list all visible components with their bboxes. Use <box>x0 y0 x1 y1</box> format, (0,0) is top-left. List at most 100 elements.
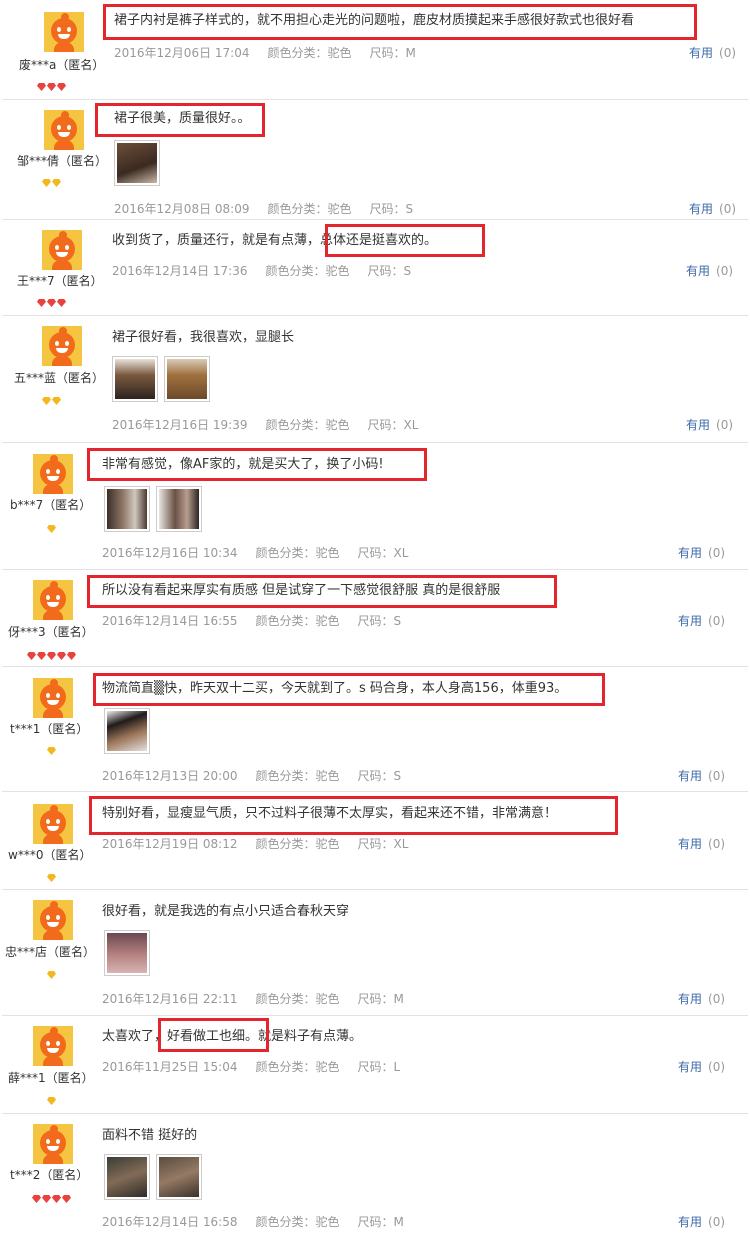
review-date: 2016年12月16日 22:11 <box>102 992 238 1006</box>
review-color: 颜色分类：驼色 <box>255 1215 340 1229</box>
helpful-button[interactable]: 有用 (0) <box>678 835 725 852</box>
user-avatar[interactable] <box>33 678 73 718</box>
helpful-label[interactable]: 有用 <box>678 1215 702 1229</box>
review-meta: 2016年12月16日 10:34 颜色分类：驼色 尺码：XL <box>102 544 426 561</box>
review-divider <box>2 315 748 316</box>
user-avatar[interactable] <box>33 1026 73 1066</box>
user-level-badges <box>0 645 104 660</box>
highlight-box <box>158 1018 269 1052</box>
helpful-label[interactable]: 有用 <box>678 546 702 560</box>
helpful-label[interactable]: 有用 <box>689 46 713 60</box>
helpful-label[interactable]: 有用 <box>678 769 702 783</box>
review-size: 尺码：XL <box>357 546 409 560</box>
user-level-badges <box>0 1188 104 1203</box>
gold-diamond-icon <box>52 179 61 187</box>
helpful-button[interactable]: 有用 (0) <box>678 1058 725 1075</box>
review-size: 尺码：S <box>357 769 402 783</box>
review-divider <box>2 1113 748 1114</box>
helpful-button[interactable]: 有用 (0) <box>678 612 725 629</box>
username: t***2（匿名） <box>10 1168 89 1182</box>
gold-diamond-icon <box>42 397 51 405</box>
gold-diamond-icon <box>47 971 56 979</box>
photo-worn-a <box>107 1157 147 1197</box>
review-color: 颜色分类：驼色 <box>267 46 352 60</box>
review-divider <box>2 569 748 570</box>
red-diamond-icon <box>57 652 66 660</box>
helpful-button[interactable]: 有用 (0) <box>678 990 725 1007</box>
helpful-count: (0) <box>716 264 734 278</box>
helpful-label[interactable]: 有用 <box>686 264 710 278</box>
highlight-box <box>89 796 618 835</box>
helpful-count: (0) <box>708 769 726 783</box>
review-size: 尺码：S <box>369 202 414 216</box>
review-photo[interactable] <box>104 930 150 976</box>
helpful-count: (0) <box>708 546 726 560</box>
red-diamond-icon <box>62 1195 71 1203</box>
user-avatar[interactable] <box>33 580 73 620</box>
review-date: 2016年12月19日 08:12 <box>102 837 238 851</box>
helpful-label[interactable]: 有用 <box>678 614 702 628</box>
review-size: 尺码：L <box>357 1060 401 1074</box>
review-color: 颜色分类：驼色 <box>255 769 340 783</box>
user-level-badges <box>0 76 104 91</box>
helpful-button[interactable]: 有用 (0) <box>678 1213 725 1230</box>
highlight-box <box>93 673 605 706</box>
review-photo[interactable] <box>104 1154 150 1200</box>
helpful-label[interactable]: 有用 <box>678 837 702 851</box>
review-divider <box>2 889 748 890</box>
review-date: 2016年12月16日 19:39 <box>112 418 248 432</box>
review-photo[interactable] <box>104 486 150 532</box>
user-level-badges <box>0 390 104 405</box>
user-avatar[interactable] <box>33 454 73 494</box>
review-photo[interactable] <box>156 1154 202 1200</box>
user-avatar[interactable] <box>33 1124 73 1164</box>
review-text: 很好看，就是我选的有点小只适合春秋天穿 <box>102 904 350 919</box>
helpful-label[interactable]: 有用 <box>678 992 702 1006</box>
review-meta: 2016年12月13日 20:00 颜色分类：驼色 尺码：S <box>102 767 419 784</box>
helpful-button[interactable]: 有用 (0) <box>689 200 736 217</box>
user-avatar[interactable] <box>44 110 84 150</box>
review-date: 2016年12月06日 17:04 <box>114 46 250 60</box>
review-photo[interactable] <box>114 140 160 186</box>
helpful-button[interactable]: 有用 (0) <box>678 767 725 784</box>
review-photo[interactable] <box>112 356 158 402</box>
helpful-label[interactable]: 有用 <box>686 418 710 432</box>
review-meta: 2016年12月06日 17:04 颜色分类：驼色 尺码：M <box>114 44 434 61</box>
username: b***7（匿名） <box>10 498 92 512</box>
helpful-label[interactable]: 有用 <box>689 202 713 216</box>
review-meta: 2016年12月19日 08:12 颜色分类：驼色 尺码：XL <box>102 835 426 852</box>
user-level-badges <box>0 740 104 755</box>
gold-diamond-icon <box>47 1097 56 1105</box>
helpful-label[interactable]: 有用 <box>678 1060 702 1074</box>
review-photo[interactable] <box>156 486 202 532</box>
review-date: 2016年12月13日 20:00 <box>102 769 238 783</box>
helpful-button[interactable]: 有用 (0) <box>689 44 736 61</box>
highlight-box <box>325 224 485 257</box>
user-level-badges <box>0 1090 104 1105</box>
review-meta: 2016年12月08日 08:09 颜色分类：驼色 尺码：S <box>114 200 431 217</box>
username: 邹***倩（匿名） <box>17 154 108 168</box>
red-diamond-icon <box>47 652 56 660</box>
username: t***1（匿名） <box>10 722 89 736</box>
helpful-button[interactable]: 有用 (0) <box>686 262 733 279</box>
review-size: 尺码：S <box>367 264 412 278</box>
red-diamond-icon <box>32 1195 41 1203</box>
helpful-button[interactable]: 有用 (0) <box>686 416 733 433</box>
user-avatar[interactable] <box>42 230 82 270</box>
user-level-badges <box>0 964 104 979</box>
highlight-box <box>87 575 557 608</box>
user-avatar[interactable] <box>44 12 84 52</box>
review-text: 裙子很好看，我很喜欢，显腿长 <box>112 330 295 345</box>
review-color: 颜色分类：驼色 <box>265 264 350 278</box>
user-avatar[interactable] <box>33 900 73 940</box>
username: 王***7（匿名） <box>17 274 103 288</box>
user-avatar[interactable] <box>33 804 73 844</box>
helpful-button[interactable]: 有用 (0) <box>678 544 725 561</box>
review-photo[interactable] <box>164 356 210 402</box>
username: w***0（匿名） <box>8 848 92 862</box>
highlight-box <box>87 448 427 481</box>
photo-mirror-2 <box>159 489 199 529</box>
user-avatar[interactable] <box>42 326 82 366</box>
review-photo[interactable] <box>104 708 150 754</box>
photo-mirror-1 <box>107 489 147 529</box>
